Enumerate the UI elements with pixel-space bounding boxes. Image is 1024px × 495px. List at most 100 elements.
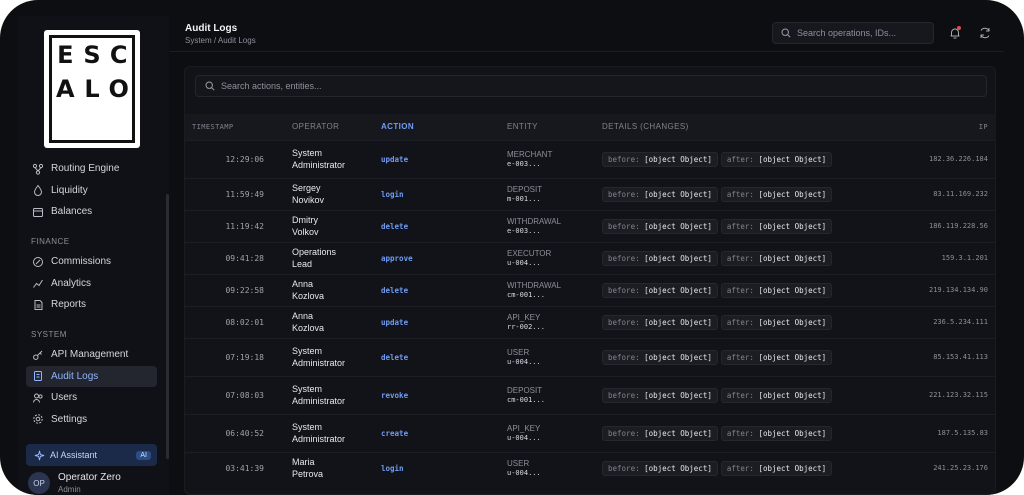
table-row[interactable]: 12:29:06 System Administrator update MERCHA… [185, 140, 996, 178]
sparkle-icon [34, 450, 45, 461]
entity-type: DEPOSIT [507, 185, 543, 194]
sidebar-item-api-management[interactable]: API Management [26, 344, 157, 365]
wallet-icon [32, 206, 44, 218]
entity-type: EXECUTOR [507, 249, 552, 258]
before-label: before: [608, 463, 640, 473]
system-section-heading: SYSTEM [31, 330, 67, 339]
entity-id: cm-001... [507, 291, 545, 299]
key-icon [32, 349, 44, 361]
sidebar-item-routing-engine[interactable]: Routing Engine [26, 158, 157, 179]
timestamp-cell: 09:22:58 [225, 285, 264, 295]
table-row[interactable]: 09:22:58 Anna Kozlova delete WITHDRAWAL cm-0… [185, 274, 996, 306]
ai-assistant-button[interactable]: AI Assistant AI [26, 444, 157, 466]
after-value: [object Object] [758, 285, 827, 295]
column-header-details: DETAILS (CHANGES) [602, 122, 689, 132]
ip-cell: 241.25.23.176 [933, 464, 988, 473]
log-search-input[interactable]: Search actions, entities... [195, 75, 987, 97]
sidebar-item-reports[interactable]: Reports [26, 294, 157, 315]
sidebar-item-label: API Management [51, 349, 129, 360]
sidebar-item-label: Routing Engine [51, 163, 120, 174]
before-label: before: [608, 154, 640, 164]
column-header-timestamp[interactable]: TIMESTAMP [185, 114, 286, 140]
sidebar-item-analytics[interactable]: Analytics [26, 273, 157, 294]
table-row[interactable]: 08:02:01 Anna Kozlova update API_KEY rr-002.… [185, 306, 996, 338]
ip-cell: 221.123.32.115 [928, 391, 988, 399]
ip-cell: 83.11.169.232 [933, 190, 988, 198]
after-value: [object Object] [758, 428, 827, 438]
details-cell: before: [object Object] after: [object Ob… [602, 242, 862, 274]
timestamp-cell: 03:41:39 [225, 463, 264, 473]
sidebar-item-users[interactable]: Users [26, 387, 157, 408]
before-chip: before: [object Object] [602, 250, 718, 266]
user-profile[interactable]: OP Operator Zero Admin [28, 472, 121, 494]
timestamp-cell: 07:08:03 [225, 390, 264, 400]
after-value: [object Object] [758, 221, 827, 231]
before-chip: before: [object Object] [602, 151, 718, 167]
before-label: before: [608, 390, 640, 400]
after-chip: after: [object Object] [720, 186, 833, 202]
before-label: before: [608, 189, 640, 199]
logo-letter: S [83, 41, 101, 69]
timestamp-cell: 12:29:06 [225, 154, 264, 164]
sidebar-item-commissions[interactable]: Commissions [26, 251, 157, 272]
after-chip: after: [object Object] [720, 282, 833, 298]
ai-badge: AI [136, 450, 151, 460]
table-row[interactable]: 03:41:39 Maria Petrova login USER u-004... be… [185, 452, 996, 484]
users-icon [32, 392, 44, 404]
details-cell: before: [object Object] after: [object Ob… [602, 178, 862, 210]
action-cell: revoke [381, 390, 409, 400]
entity-id: u-004... [507, 259, 541, 267]
table-row[interactable]: 06:40:52 System Administrator create API_KE… [185, 414, 996, 452]
details-cell: before: [object Object] after: [object Ob… [602, 338, 862, 376]
entity-cell: DEPOSIT cm-001... [507, 376, 602, 414]
entity-type: WITHDRAWAL [507, 281, 562, 290]
sidebar-item-label: Reports [51, 299, 87, 311]
refresh-icon[interactable] [978, 26, 992, 40]
entity-id: e-003... [507, 227, 541, 235]
before-chip: before: [object Object] [602, 425, 718, 441]
after-chip: after: [object Object] [720, 314, 833, 330]
sidebar-item-balances[interactable]: Balances [26, 201, 157, 222]
ip-cell: 219.134.134.90 [928, 286, 988, 294]
global-search-input[interactable]: Search operations, IDs... [772, 22, 934, 44]
sidebar-item-label: Audit Logs [51, 370, 99, 382]
column-header-action[interactable]: ACTION [381, 114, 507, 140]
after-value: [object Object] [758, 253, 827, 263]
sidebar-item-liquidity[interactable]: Liquidity [26, 180, 157, 201]
column-header-entity[interactable]: ENTITY [507, 114, 602, 140]
logo-mark: ESC ALO [49, 35, 135, 143]
column-header-ip[interactable]: IP [862, 114, 996, 140]
entity-cell: MERCHANT e-003... [507, 140, 602, 178]
timestamp-cell: 08:02:01 [225, 317, 264, 327]
sidebar-scrollbar[interactable] [166, 194, 169, 459]
log-search-placeholder: Search actions, entities... [221, 81, 322, 91]
operator-cell: Anna Kozlova [292, 311, 325, 333]
before-chip: before: [object Object] [602, 460, 718, 476]
sidebar-item-settings[interactable]: Settings [26, 409, 157, 430]
after-chip: after: [object Object] [720, 349, 833, 365]
logo-letter: C [109, 41, 128, 69]
sidebar: ESC ALO Routing Engine Liquidity Balances F… [18, 16, 169, 495]
ip-cell: 186.119.228.56 [928, 222, 988, 230]
after-label: after: [726, 352, 754, 362]
after-chip: after: [object Object] [720, 425, 833, 441]
table-row[interactable]: 07:08:03 System Administrator revoke DEPOSI… [185, 376, 996, 414]
action-cell: approve [381, 253, 413, 263]
percent-icon [32, 256, 44, 268]
operator-cell: Maria Petrova [292, 457, 324, 480]
entity-cell: DEPOSIT m-001... [507, 178, 602, 210]
table-row[interactable]: 09:41:28 Operations Lead approve EXECUTOR u-… [185, 242, 996, 274]
action-cell: delete [381, 221, 409, 231]
table-row[interactable]: 11:19:42 Dmitry Volkov delete WITHDRAWAL e-0… [185, 210, 996, 242]
sidebar-item-audit-logs[interactable]: Audit Logs [26, 365, 157, 387]
logo-letter: O [108, 75, 129, 103]
table-row[interactable]: 11:59:49 Sergey Novikov login DEPOSIT m-001.… [185, 178, 996, 210]
audit-log-table: TIMESTAMP OPERATOR ACTION ENTITY DETAILS… [185, 114, 996, 484]
column-header-operator[interactable]: OPERATOR [286, 114, 381, 140]
table-row[interactable]: 07:19:18 System Administrator delete USER u-… [185, 338, 996, 376]
logo-letter: E [57, 41, 74, 69]
before-value: [object Object] [644, 189, 712, 199]
search-icon [205, 81, 215, 91]
audit-icon [32, 370, 44, 382]
entity-id: m-001... [507, 195, 541, 203]
